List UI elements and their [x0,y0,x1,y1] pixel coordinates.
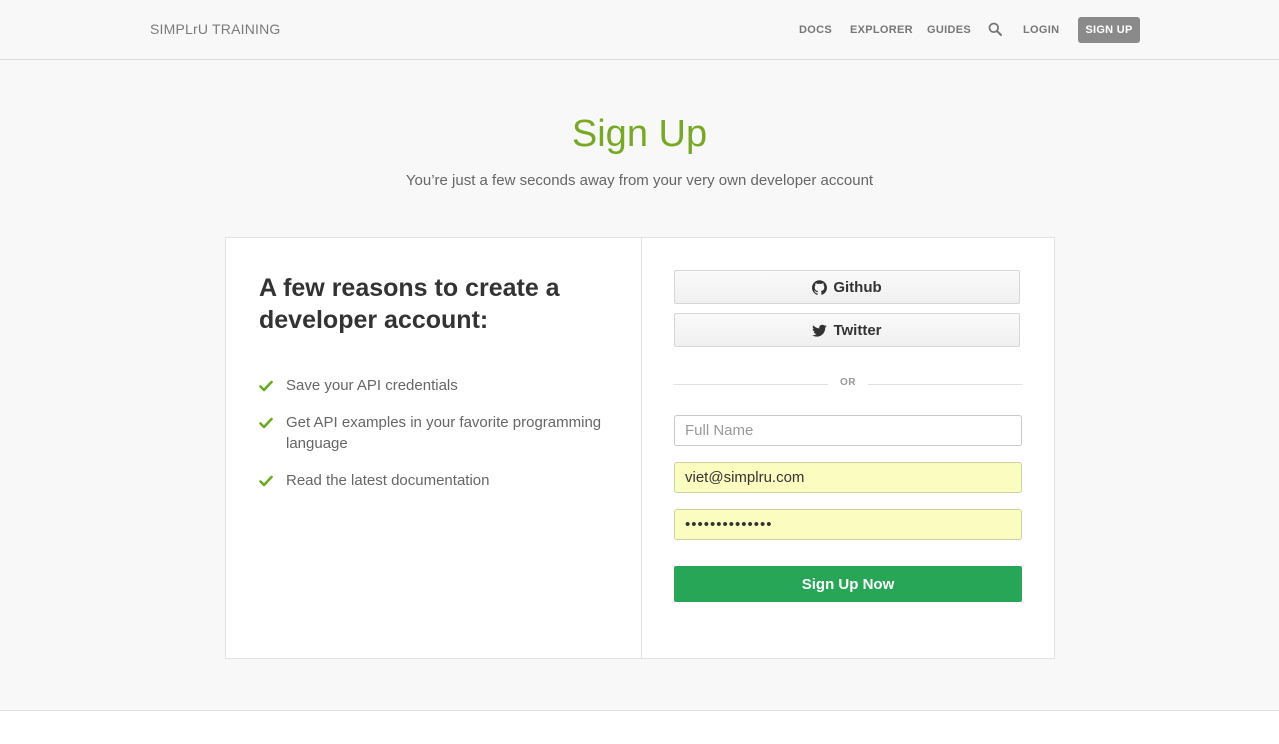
or-label: OR [840,377,856,388]
nav-login-link[interactable]: LOGIN [1023,24,1059,36]
twitter-signup-button[interactable]: Twitter [674,313,1020,347]
check-icon [259,415,273,429]
sign-up-now-button[interactable]: Sign Up Now [674,566,1022,602]
reasons-title: A few reasons to create a developer acco… [259,274,560,334]
reason-text: Read the latest documentation [286,472,490,489]
reason-item: Get API examples in your favorite progra… [259,412,619,454]
card-divider [641,238,642,658]
nav-explorer-link[interactable]: EXPLORER [850,24,913,36]
twitter-button-label: Twitter [833,321,882,339]
nav-docs-link[interactable]: DOCS [799,24,832,36]
top-navbar: SIMPLrU TRAINING DOCS EXPLORER GUIDES LO… [0,0,1279,60]
check-icon [259,378,273,392]
email-input[interactable] [674,462,1022,493]
github-button-label: Github [833,278,882,296]
footer-area [0,711,1279,744]
search-icon[interactable] [988,22,1002,36]
github-signup-button[interactable]: Github [674,270,1020,304]
brand-logo[interactable]: SIMPLrU TRAINING [150,21,281,37]
signup-card: A few reasons to create a developer acco… [225,237,1055,659]
nav-guides-link[interactable]: GUIDES [927,24,971,36]
reasons-list: Save your API credentials Get API exampl… [259,375,619,507]
check-icon [259,473,273,487]
password-input[interactable] [674,509,1022,540]
reason-item: Read the latest documentation [259,470,619,491]
or-separator: OR [674,377,1022,391]
page-title: Sign Up [571,113,708,155]
reason-text: Get API examples in your favorite progra… [286,414,602,452]
reason-text: Save your API credentials [286,377,458,394]
reason-item: Save your API credentials [259,375,619,396]
or-divider-right [868,384,1022,385]
nav-signup-button[interactable]: SIGN UP [1078,17,1140,43]
page-subtitle: You’re just a few seconds away from your… [405,172,874,189]
github-icon [812,279,828,295]
full-name-input[interactable] [674,415,1022,446]
twitter-icon [812,323,828,338]
